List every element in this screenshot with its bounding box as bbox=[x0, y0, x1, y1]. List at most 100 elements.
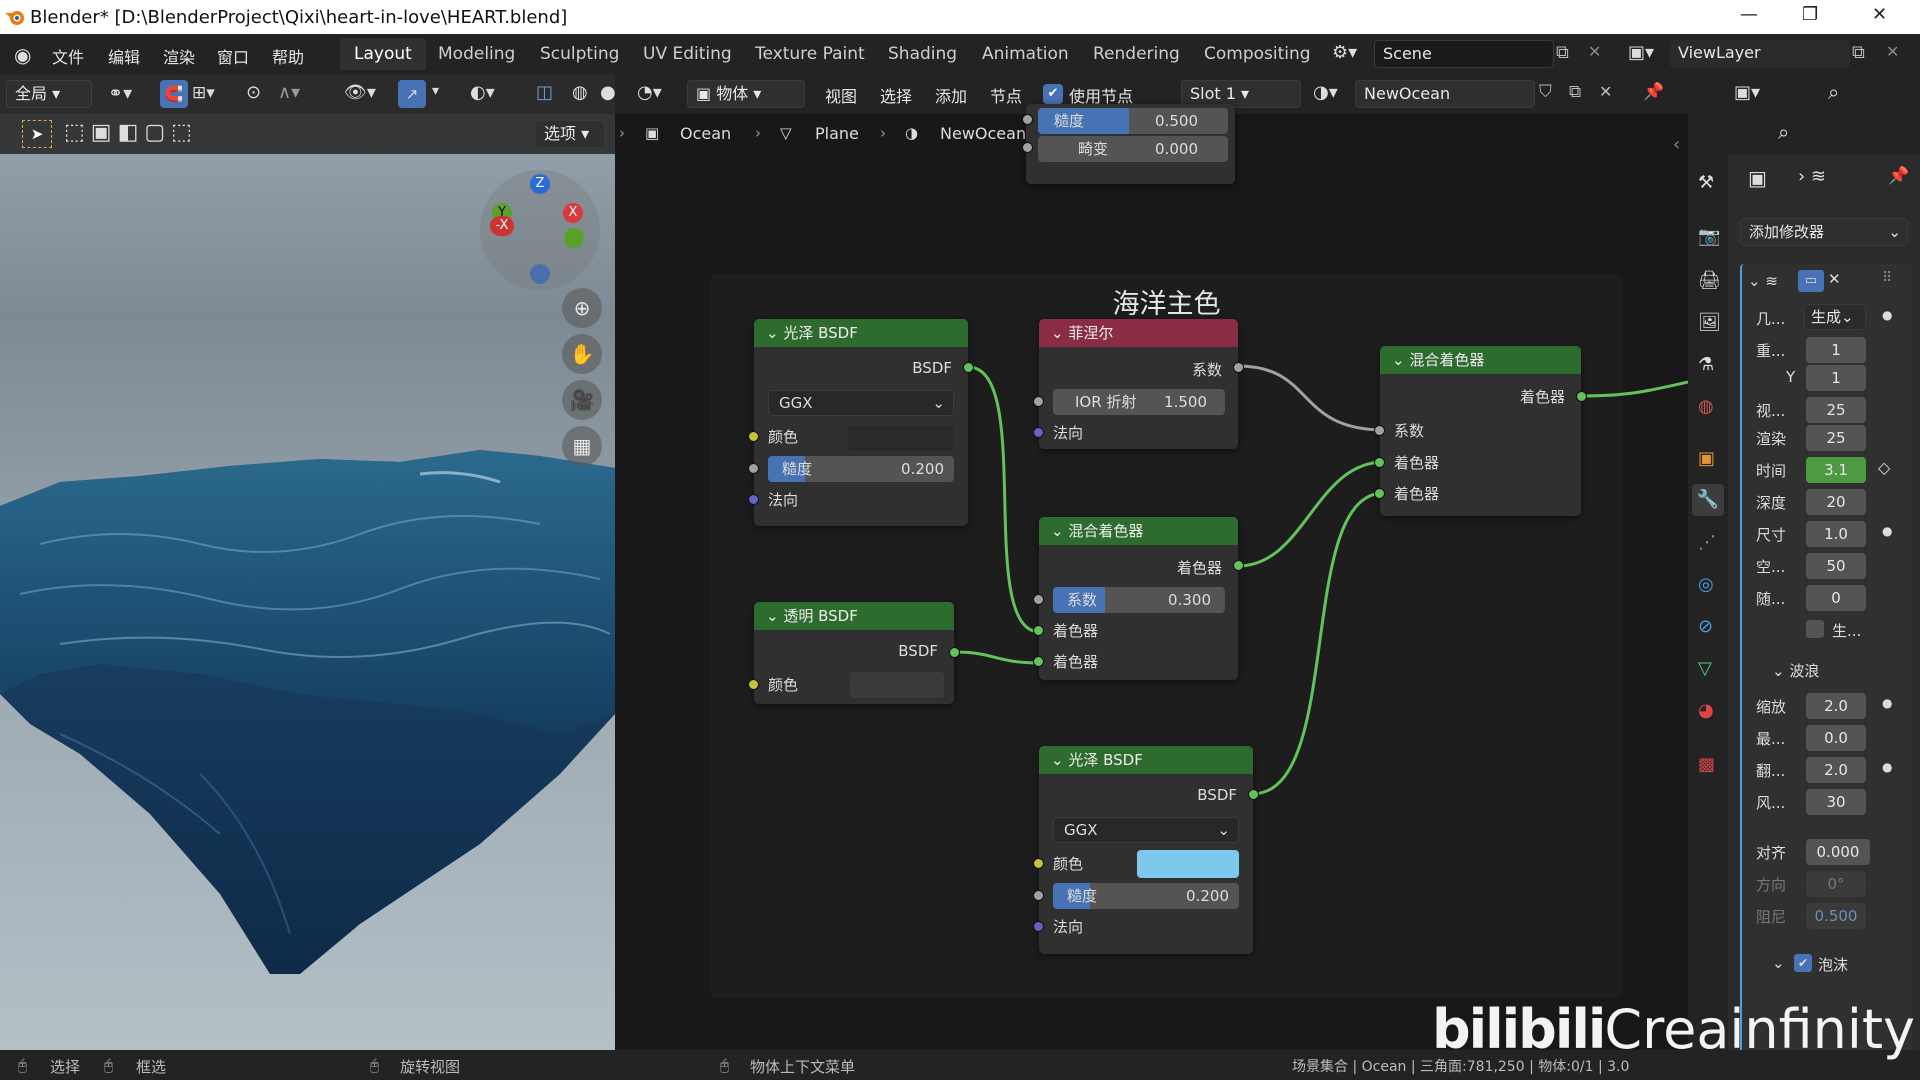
fac-field[interactable]: 系数 0.300 bbox=[1053, 587, 1225, 613]
node-transparent-bsdf[interactable]: ⌄ 透明 BSDF BSDF 颜色 bbox=[748, 602, 960, 704]
geometry-dropdown[interactable]: 生成⌄ bbox=[1804, 304, 1866, 330]
socket-output-fac[interactable] bbox=[1233, 362, 1244, 373]
menu-add[interactable]: 添加 bbox=[935, 83, 967, 107]
search-icon[interactable]: ⌕ bbox=[1828, 80, 1839, 104]
socket-color[interactable] bbox=[748, 679, 759, 690]
grid-ortho-icon[interactable]: ▦ bbox=[562, 426, 602, 466]
menu-window[interactable]: 窗口 bbox=[217, 44, 249, 68]
world-icon[interactable]: ◍ bbox=[1698, 396, 1714, 417]
socket-ior[interactable] bbox=[1033, 396, 1044, 407]
spatial-size-field[interactable]: 50 bbox=[1806, 553, 1866, 579]
socket-output-bsdf[interactable] bbox=[949, 647, 960, 658]
minimize-icon[interactable]: — bbox=[1740, 4, 1758, 25]
socket-normal[interactable] bbox=[748, 494, 759, 505]
socket-shader-1[interactable] bbox=[1374, 457, 1385, 468]
options-dropdown[interactable]: 选项 ▾ bbox=[535, 120, 605, 148]
tab-shading[interactable]: Shading bbox=[874, 38, 971, 70]
material-browse-icon[interactable]: ◑▾ bbox=[1313, 82, 1338, 103]
menu-render[interactable]: 渲染 bbox=[163, 44, 195, 68]
wind-velocity-field[interactable]: 30 bbox=[1806, 789, 1866, 815]
size-field[interactable]: 1.0 bbox=[1806, 521, 1866, 547]
sidebar-toggle-icon[interactable]: ‹ bbox=[1673, 134, 1680, 155]
properties-panel[interactable]: ⊟▾ ▣▾ ⌕ ▣▾ ⌕ ▣ › ≋ 📌 添加修改器 ⌄ ⌄ ≋ ▭ ✕ ⠿ 几.… bbox=[1728, 74, 1920, 1050]
pivot-icon[interactable]: ⚭▾ bbox=[108, 83, 132, 104]
tab-texture-paint[interactable]: Texture Paint bbox=[741, 38, 879, 70]
pin-icon[interactable]: 📌 bbox=[1888, 166, 1909, 186]
axis-z-icon[interactable]: Z bbox=[530, 174, 550, 194]
socket-distortion[interactable] bbox=[1022, 142, 1033, 153]
axis-neg-x-icon[interactable]: -X bbox=[490, 216, 514, 236]
select-tool-icon[interactable]: ➤ bbox=[22, 120, 52, 148]
node-header[interactable]: ⌄ 混合着色器 bbox=[1380, 346, 1581, 374]
tool-icon[interactable]: ⚒ bbox=[1698, 172, 1714, 193]
material-icon[interactable]: ◕ bbox=[1698, 700, 1714, 721]
axis-neg-z-icon[interactable] bbox=[530, 264, 550, 284]
socket-output-bsdf[interactable] bbox=[963, 362, 974, 373]
delete-scene-icon[interactable]: ✕ bbox=[1588, 42, 1601, 61]
distortion-field[interactable]: 畸变 0.000 bbox=[1038, 136, 1228, 162]
copy-scene-icon[interactable]: ⧉ bbox=[1556, 42, 1569, 63]
object-pin-icon[interactable]: ▣ bbox=[1748, 166, 1767, 190]
select-mode-icons[interactable]: ⬚▣◧▢⬚ bbox=[64, 120, 198, 145]
pan-hand-icon[interactable]: ✋ bbox=[562, 334, 602, 374]
physics-icon[interactable]: ◎ bbox=[1698, 574, 1714, 595]
distribution-dropdown[interactable]: GGX ⌄ bbox=[1053, 817, 1239, 843]
blender-menu-icon[interactable]: ◉ bbox=[14, 43, 31, 67]
socket-normal[interactable] bbox=[1033, 427, 1044, 438]
tab-sculpting[interactable]: Sculpting bbox=[526, 38, 633, 70]
proportional-edit-icon[interactable]: ⊙ bbox=[246, 82, 261, 103]
remove-modifier-icon[interactable]: ✕ bbox=[1828, 270, 1841, 288]
tab-animation[interactable]: Animation bbox=[968, 38, 1083, 70]
node-glossy-bsdf-1[interactable]: ⌄ 光泽 BSDF BSDF GGX ⌄ 颜色 糙度 0.200 法向 bbox=[748, 319, 974, 526]
particles-icon[interactable]: ⋰ bbox=[1698, 532, 1716, 553]
render-icon[interactable]: 📷 bbox=[1698, 226, 1720, 247]
node-header[interactable]: ⌄ 混合着色器 bbox=[1039, 517, 1238, 545]
menu-select[interactable]: 选择 bbox=[880, 83, 912, 107]
shader-node-editor[interactable]: ◔▾ ▣ 物体 ▾ 视图 选择 添加 节点 ✔ 使用节点 Slot 1 ▾ ◑▾… bbox=[615, 74, 1688, 1050]
foam-checkbox[interactable]: ✔ bbox=[1794, 954, 1812, 972]
scene-icon[interactable]: ⚗ bbox=[1698, 354, 1714, 375]
tab-uv-editing[interactable]: UV Editing bbox=[629, 38, 746, 70]
view-layer-icon[interactable]: 🖼 bbox=[1698, 312, 1721, 333]
waves-section-header[interactable]: ⌄ 波浪 bbox=[1772, 660, 1819, 681]
socket-color[interactable] bbox=[748, 431, 759, 442]
socket-shader-1[interactable] bbox=[1033, 625, 1044, 636]
object-icon[interactable]: ▣ bbox=[1698, 448, 1715, 469]
use-nodes-checkbox[interactable]: ✔ bbox=[1043, 84, 1063, 104]
direction-field[interactable]: 0° bbox=[1806, 871, 1866, 897]
add-modifier-button[interactable]: 添加修改器 ⌄ bbox=[1740, 218, 1908, 246]
socket-color[interactable] bbox=[1033, 858, 1044, 869]
foam-collapse-icon[interactable]: ⌄ bbox=[1772, 954, 1785, 972]
close-icon[interactable]: ✕ bbox=[1872, 4, 1887, 25]
alignment-field[interactable]: 0.000 bbox=[1806, 839, 1870, 865]
modifier-wrench-icon[interactable]: 🔧 bbox=[1692, 484, 1724, 516]
menu-file[interactable]: 文件 bbox=[52, 44, 84, 68]
search-icon[interactable]: ⌕ bbox=[1778, 120, 1789, 144]
damping-field[interactable]: 0.500 bbox=[1806, 903, 1866, 929]
mesh-data-icon[interactable]: ▽ bbox=[1698, 658, 1712, 679]
color-swatch[interactable] bbox=[850, 672, 944, 698]
display-mode-icon[interactable]: ▣▾ bbox=[1734, 82, 1760, 103]
gizmo-icon[interactable]: ↗ bbox=[398, 80, 426, 108]
delete-view-layer-icon[interactable]: ✕ bbox=[1886, 42, 1899, 61]
color-swatch[interactable] bbox=[1137, 850, 1239, 878]
socket-fac[interactable] bbox=[1374, 425, 1385, 436]
axis-neg-y-icon[interactable] bbox=[564, 228, 584, 248]
view-layer-field[interactable]: ViewLayer bbox=[1670, 40, 1850, 68]
snap-icon[interactable]: 🧲 bbox=[160, 80, 188, 108]
choppiness-field[interactable]: 2.0 bbox=[1806, 757, 1866, 783]
socket-shader-2[interactable] bbox=[1374, 488, 1385, 499]
tab-layout[interactable]: Layout bbox=[340, 38, 426, 70]
socket-shader-2[interactable] bbox=[1033, 656, 1044, 667]
scene-icon[interactable]: ⚙▾ bbox=[1332, 42, 1357, 63]
tab-compositing[interactable]: Compositing bbox=[1190, 38, 1325, 70]
random-seed-field[interactable]: 0 bbox=[1806, 585, 1866, 611]
object-mode-select[interactable]: ▣ 物体 ▾ bbox=[687, 80, 805, 108]
collapse-icon[interactable]: ⌄ ≋ bbox=[1748, 272, 1778, 290]
socket-output-shader[interactable] bbox=[1576, 391, 1587, 402]
keyframe-diamond-icon[interactable]: ◇ bbox=[1878, 458, 1890, 477]
fake-user-icon[interactable]: ⛉ bbox=[1539, 82, 1552, 102]
ior-field[interactable]: IOR 折射 1.500 bbox=[1053, 389, 1225, 415]
pin-icon[interactable]: 📌 bbox=[1643, 82, 1664, 102]
realtime-display-icon[interactable]: ▭ bbox=[1798, 270, 1824, 292]
